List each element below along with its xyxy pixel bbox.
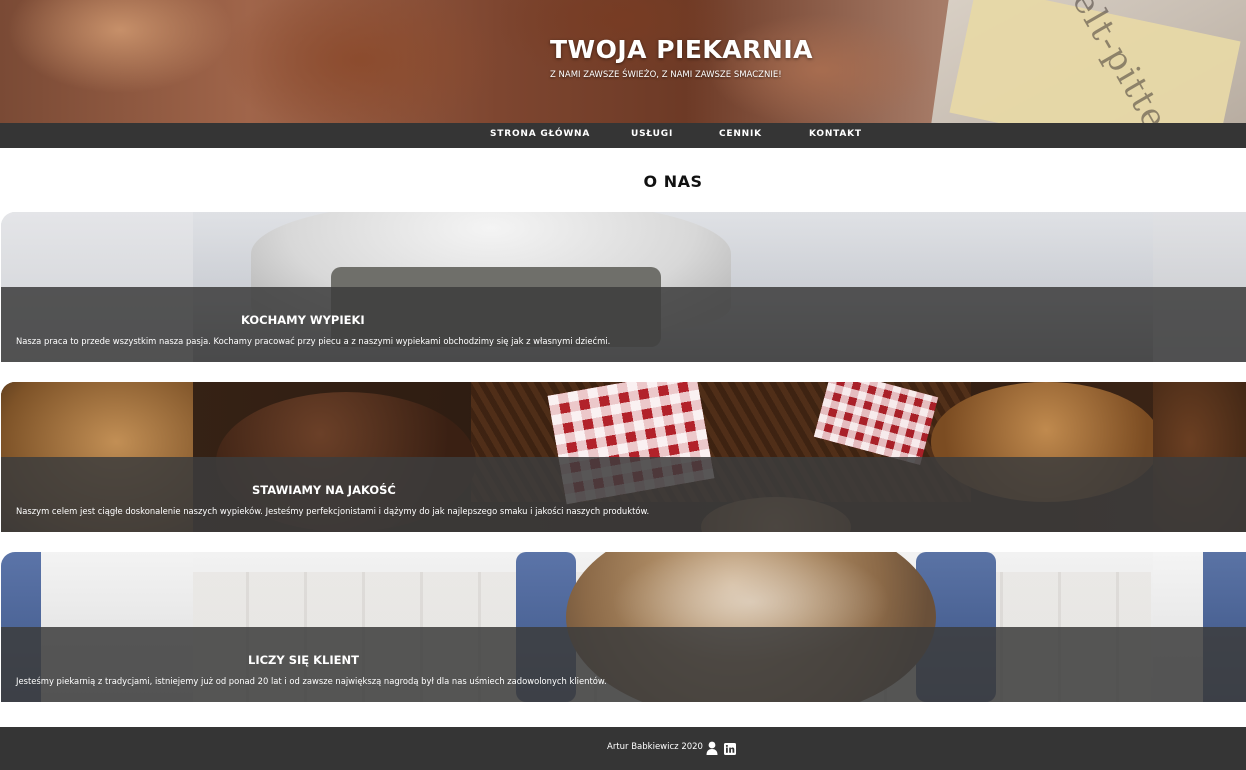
main-nav: STRONA GŁÓWNA USŁUGI CENNIK KONTAKT (0, 123, 1246, 148)
about-card-quality: STAWIAMY NA JAKOŚĆ Naszym celem jest cią… (1, 382, 1246, 532)
about-card-client: LICZY SIĘ KLIENT Jesteśmy piekarnią z tr… (1, 552, 1246, 702)
about-title: O NAS (643, 172, 703, 191)
card-text: Nasza praca to przede wszystkim nasza pa… (16, 336, 611, 346)
card-overlay (1, 627, 1246, 702)
footer-credit: Artur Babkiewicz 2020 (607, 742, 703, 752)
linkedin-icon[interactable] (724, 740, 736, 755)
card-text: Jesteśmy piekarnią z tradycjami, istniej… (16, 676, 607, 686)
card-title: STAWIAMY NA JAKOŚĆ (252, 483, 396, 497)
nav-item-contact[interactable]: KONTAKT (809, 129, 862, 139)
nav-item-services[interactable]: USŁUGI (631, 129, 673, 139)
hero-header: Spelt-pitten TWOJA PIEKARNIA Z NAMI ZAWS… (0, 0, 1246, 123)
site-title: TWOJA PIEKARNIA (550, 35, 813, 64)
nav-item-pricing[interactable]: CENNIK (719, 129, 762, 139)
site-tagline: Z NAMI ZAWSZE ŚWIEŻO, Z NAMI ZAWSZE SMAC… (550, 70, 782, 80)
card-text: Naszym celem jest ciągłe doskonalenie na… (16, 506, 650, 516)
card-title: LICZY SIĘ KLIENT (248, 653, 359, 667)
card-title: KOCHAMY WYPIEKI (241, 313, 365, 327)
card-overlay (1, 457, 1246, 532)
nav-item-home[interactable]: STRONA GŁÓWNA (490, 129, 590, 139)
about-card-love: KOCHAMY WYPIEKI Nasza praca to przede ws… (1, 212, 1246, 362)
card-overlay (1, 287, 1246, 362)
user-icon[interactable] (706, 740, 718, 755)
site-footer: Artur Babkiewicz 2020 (0, 727, 1246, 770)
